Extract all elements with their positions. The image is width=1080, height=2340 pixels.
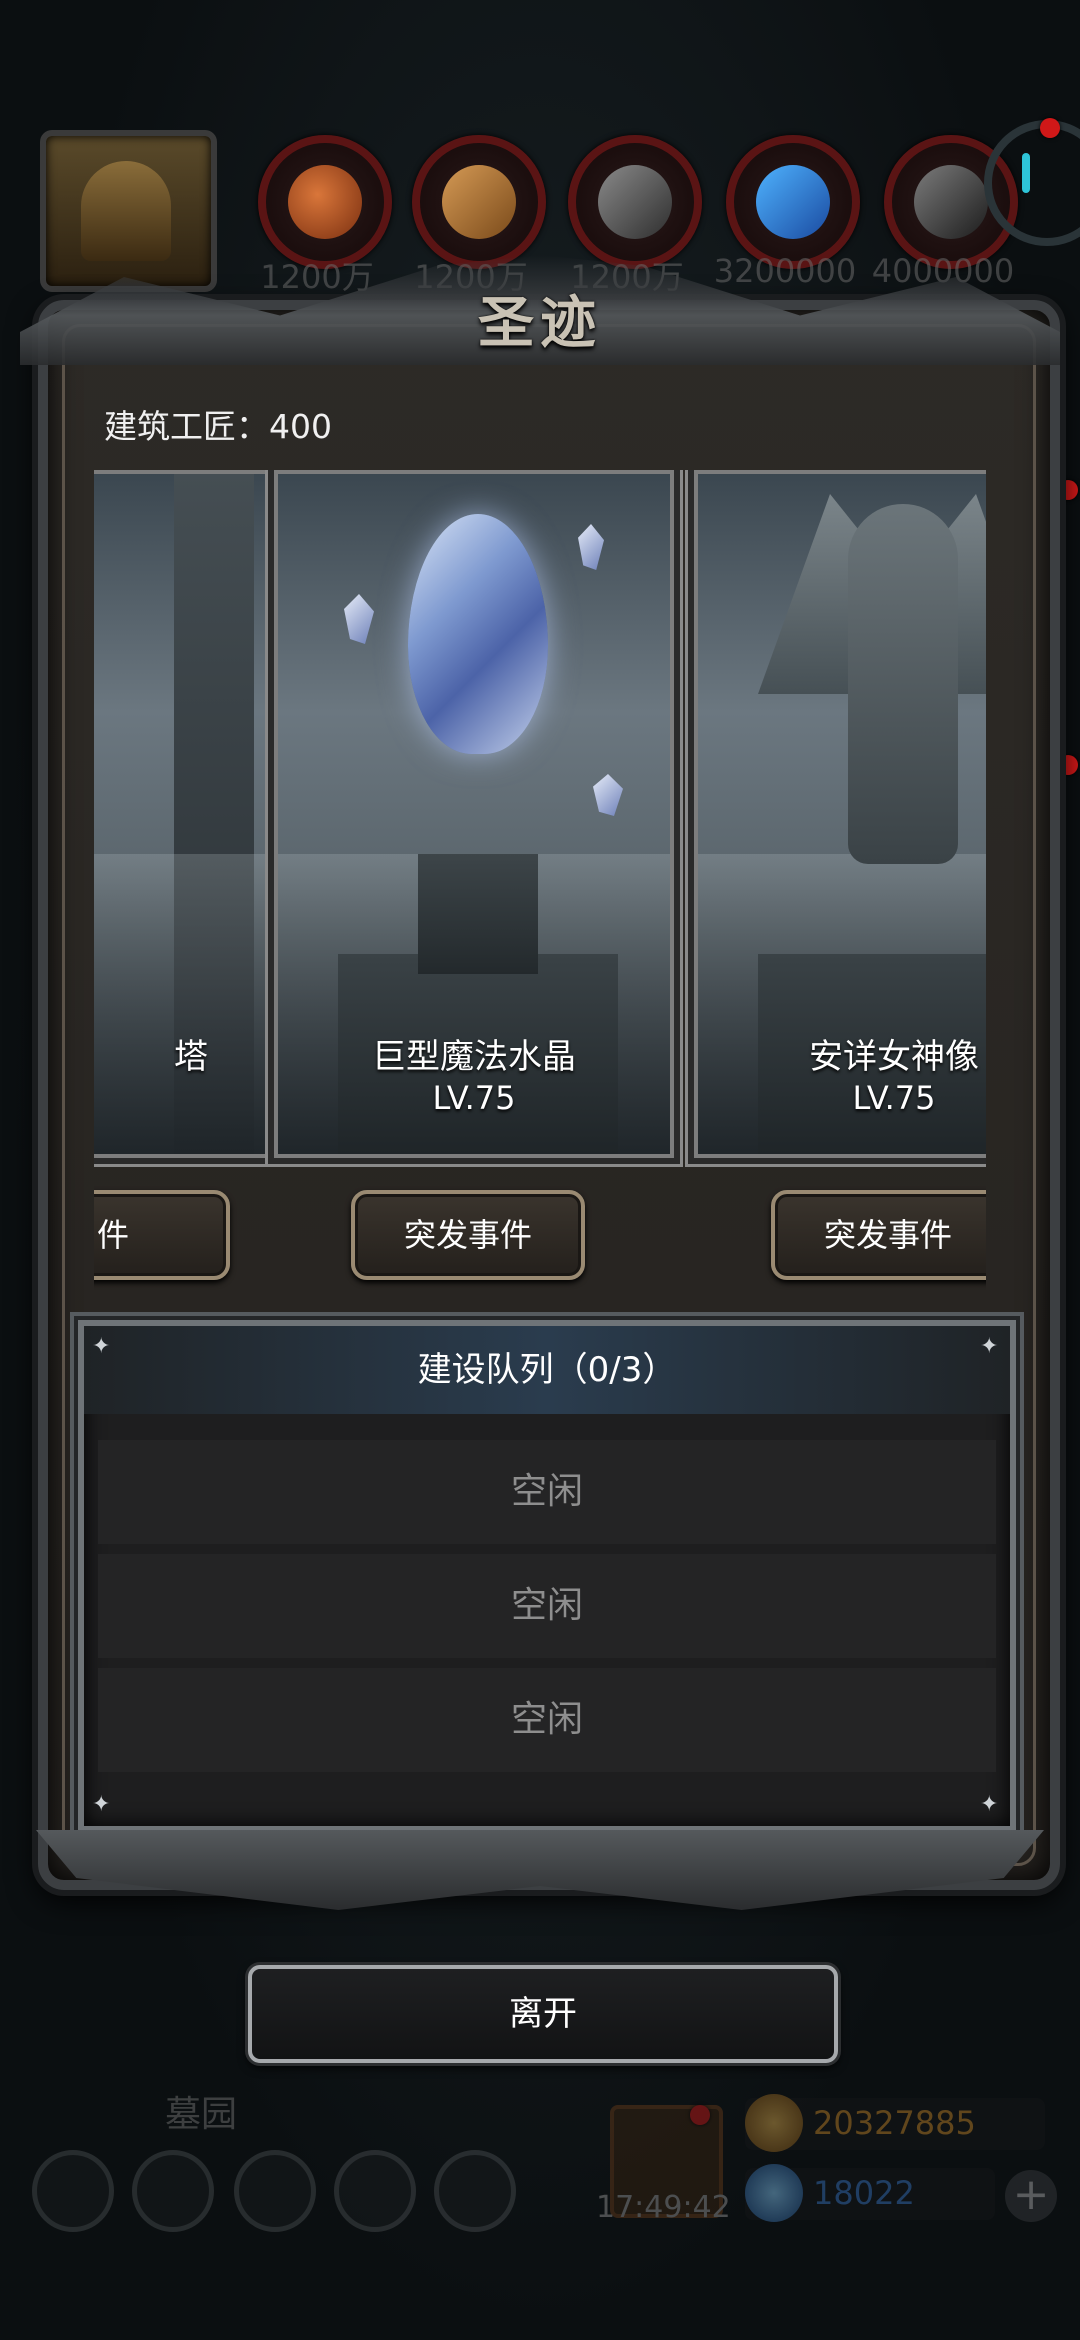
gold-coin-icon: [745, 2094, 803, 2152]
gem-amount: 18022: [813, 2174, 915, 2212]
gem-counter: 18022: [745, 2164, 995, 2222]
footer-ornament: [36, 1830, 1044, 1910]
notification-dot: [1058, 480, 1078, 500]
pedestal: [418, 854, 538, 974]
guild-icon[interactable]: [234, 2150, 316, 2232]
sparkle-icon: ✦: [92, 1334, 111, 1359]
meat-resource[interactable]: [258, 135, 392, 269]
gold-counter: 20327885: [745, 2094, 1045, 2152]
gift-timer: 17:49:42: [596, 2190, 731, 2225]
building-level: LV.75: [852, 1079, 936, 1117]
construction-queue: 建设队列（0/3） 空闲 空闲 空闲 ✦ ✦ ✦ ✦: [78, 1320, 1016, 1832]
building-carousel[interactable]: 塔 件 巨型魔法水晶 LV.75 突发事件 安详女神像 LV.75 突发事件: [94, 470, 986, 1290]
player-avatar[interactable]: [40, 130, 217, 292]
crystal-resource[interactable]: [726, 135, 860, 269]
notification-dot: [1058, 755, 1078, 775]
event-button[interactable]: 突发事件: [351, 1190, 585, 1280]
sparkle-icon: ✦: [980, 1792, 999, 1817]
magic-crystal-illustration: [408, 514, 548, 754]
crystal-shard-icon: [578, 524, 604, 570]
stone-resource[interactable]: [568, 135, 702, 269]
panel-title: 圣迹: [478, 291, 602, 356]
mail-icon[interactable]: [334, 2150, 416, 2232]
iron-icon: [914, 165, 988, 239]
stone-icon: [598, 165, 672, 239]
shield-icon[interactable]: [132, 2150, 214, 2232]
wood-icon: [442, 165, 516, 239]
notification-dot: [1040, 118, 1060, 138]
building-card-goddess-statue[interactable]: 安详女神像 LV.75: [694, 470, 986, 1158]
queue-title: 建设队列（0/3）: [84, 1326, 1010, 1414]
notification-dot: [690, 2105, 710, 2125]
event-button[interactable]: 件: [94, 1190, 230, 1280]
building-card-magic-crystal[interactable]: 巨型魔法水晶 LV.75: [274, 470, 674, 1158]
building-name: 安详女神像: [809, 1037, 979, 1077]
crystal-icon: [756, 165, 830, 239]
goddess-statue-illustration: [848, 504, 958, 864]
queue-slot[interactable]: 空闲: [98, 1554, 996, 1658]
area-name: 墓园: [165, 2094, 238, 2135]
building-name: 巨型魔法水晶: [372, 1037, 576, 1077]
crystal-shard-icon: [593, 774, 623, 816]
building-level: LV.75: [432, 1079, 516, 1117]
queue-slot[interactable]: 空闲: [98, 1668, 996, 1772]
gem-icon: [745, 2164, 803, 2222]
map-icon[interactable]: [434, 2150, 516, 2232]
gold-amount: 20327885: [813, 2104, 976, 2142]
meat-icon: [288, 165, 362, 239]
screen: 1200万 1200万 1200万 3200000 4000000 圣迹 建筑工…: [0, 0, 1080, 2340]
event-button[interactable]: 突发事件: [771, 1190, 986, 1280]
wood-resource[interactable]: [412, 135, 546, 269]
queue-slot[interactable]: 空闲: [98, 1440, 996, 1544]
settings-gear-icon[interactable]: [32, 2150, 114, 2232]
sparkle-icon: ✦: [980, 1334, 999, 1359]
leave-button[interactable]: 离开: [248, 1965, 838, 2063]
builder-count: 建筑工匠：400: [104, 407, 332, 446]
add-currency-button[interactable]: +: [1005, 2170, 1057, 2222]
hooded-figure-icon: [81, 161, 171, 261]
crystal-shard-icon: [344, 594, 374, 644]
sparkle-icon: ✦: [92, 1792, 111, 1817]
